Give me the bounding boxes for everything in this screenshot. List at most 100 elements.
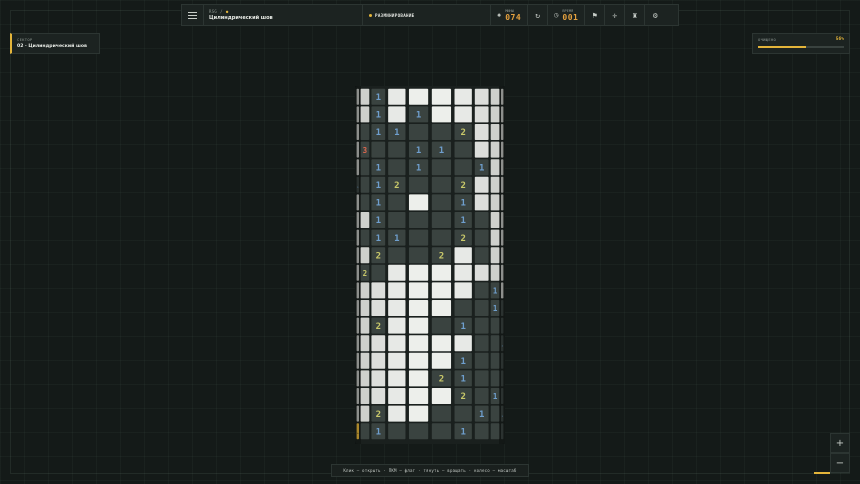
cylinder-svg[interactable]: 111112311111112211111122221121112121211⚑…	[354, 84, 506, 446]
board-cell[interactable]	[474, 141, 489, 158]
board-cell[interactable]	[360, 247, 370, 264]
board-cell[interactable]	[360, 194, 370, 211]
board-cell[interactable]	[408, 176, 429, 193]
open-tile[interactable]	[490, 405, 500, 422]
closed-tile[interactable]	[474, 141, 489, 158]
closed-tile[interactable]	[454, 264, 472, 281]
board-cell[interactable]	[490, 352, 500, 369]
board-cell[interactable]	[431, 159, 452, 176]
board-cell[interactable]	[360, 388, 370, 404]
board-cell[interactable]	[474, 247, 489, 264]
board-cell[interactable]: 1	[408, 106, 429, 123]
closed-tile[interactable]	[431, 264, 452, 281]
open-tile[interactable]	[474, 317, 489, 334]
board-cell[interactable]	[408, 300, 429, 316]
closed-tile[interactable]	[490, 176, 500, 193]
board-cell[interactable]	[474, 300, 489, 316]
board-cell[interactable]	[431, 388, 452, 404]
board-cell[interactable]	[388, 247, 406, 264]
board-cell[interactable]	[474, 282, 489, 299]
board-cell[interactable]	[474, 106, 489, 123]
board-cell[interactable]	[371, 388, 386, 404]
closed-tile[interactable]	[388, 317, 406, 334]
open-tile[interactable]	[474, 423, 489, 440]
board-cell[interactable]: 1	[474, 405, 489, 422]
closed-tile[interactable]	[360, 317, 370, 334]
menu-button[interactable]	[182, 5, 204, 25]
closed-tile[interactable]	[371, 282, 386, 299]
open-tile[interactable]	[474, 212, 489, 228]
open-tile[interactable]	[431, 194, 452, 211]
board-cell[interactable]	[360, 282, 370, 299]
board-cell[interactable]: 1	[454, 423, 472, 440]
board-cell[interactable]	[388, 106, 406, 123]
board-cell[interactable]: 1	[371, 106, 386, 123]
closed-tile[interactable]	[360, 247, 370, 264]
board-cell[interactable]: 2	[371, 405, 386, 422]
board-cell[interactable]	[454, 264, 472, 281]
closed-tile[interactable]	[360, 352, 370, 369]
board-cell[interactable]	[360, 405, 370, 422]
board-cell[interactable]	[474, 124, 489, 140]
closed-tile[interactable]	[490, 141, 500, 158]
board-cell[interactable]	[454, 300, 472, 316]
open-tile[interactable]	[490, 335, 500, 352]
closed-tile[interactable]	[454, 335, 472, 352]
closed-tile[interactable]	[408, 317, 429, 334]
leaderboard-button[interactable]: ♜	[625, 5, 646, 25]
open-tile[interactable]	[388, 141, 406, 158]
board-cell[interactable]	[408, 388, 429, 404]
open-tile[interactable]	[360, 194, 370, 211]
board-cell[interactable]	[388, 388, 406, 404]
board-cell[interactable]	[371, 141, 386, 158]
open-tile[interactable]	[431, 405, 452, 422]
closed-tile[interactable]	[454, 88, 472, 105]
board-cell[interactable]: 1	[371, 423, 386, 440]
board-cell[interactable]	[388, 159, 406, 176]
open-tile[interactable]	[474, 335, 489, 352]
open-tile[interactable]	[474, 300, 489, 316]
closed-tile[interactable]	[490, 124, 500, 140]
closed-tile[interactable]	[360, 212, 370, 228]
board-cell[interactable]	[474, 229, 489, 246]
board-cell[interactable]	[474, 194, 489, 211]
closed-tile[interactable]	[408, 352, 429, 369]
board-cell[interactable]: 2	[431, 247, 452, 264]
open-tile[interactable]	[408, 124, 429, 140]
closed-tile[interactable]	[388, 300, 406, 316]
board-cell[interactable]: 2	[431, 370, 452, 387]
open-tile[interactable]	[371, 141, 386, 158]
closed-tile[interactable]	[474, 106, 489, 123]
open-tile[interactable]	[474, 388, 489, 404]
board-cell[interactable]	[431, 194, 452, 211]
board-cell[interactable]	[431, 352, 452, 369]
board-cell[interactable]	[454, 405, 472, 422]
board-cell[interactable]: 1	[474, 159, 489, 176]
open-tile[interactable]	[360, 124, 370, 140]
open-tile[interactable]	[454, 405, 472, 422]
board-cell[interactable]	[474, 88, 489, 105]
board-cell[interactable]	[408, 370, 429, 387]
open-tile[interactable]	[490, 317, 500, 334]
closed-tile[interactable]	[431, 106, 452, 123]
board-cell[interactable]	[431, 405, 452, 422]
board-cell[interactable]	[360, 176, 370, 193]
board-cell[interactable]	[408, 194, 429, 211]
board-cell[interactable]	[408, 124, 429, 140]
center-view-button[interactable]: ✛	[605, 5, 626, 25]
open-tile[interactable]	[431, 229, 452, 246]
board-cell[interactable]	[408, 423, 429, 440]
board-cell[interactable]	[371, 352, 386, 369]
board-cell[interactable]	[388, 282, 406, 299]
board-cell[interactable]	[388, 88, 406, 105]
board-cell[interactable]	[474, 264, 489, 281]
board-cell[interactable]	[360, 300, 370, 316]
board-cell[interactable]: 1	[371, 159, 386, 176]
board-cell[interactable]	[360, 335, 370, 352]
board-cell[interactable]	[474, 176, 489, 193]
closed-tile[interactable]	[360, 388, 370, 404]
zoom-in-button[interactable]: +	[830, 433, 850, 453]
board-cell[interactable]	[388, 194, 406, 211]
closed-tile[interactable]	[454, 247, 472, 264]
board-cell[interactable]	[388, 335, 406, 352]
